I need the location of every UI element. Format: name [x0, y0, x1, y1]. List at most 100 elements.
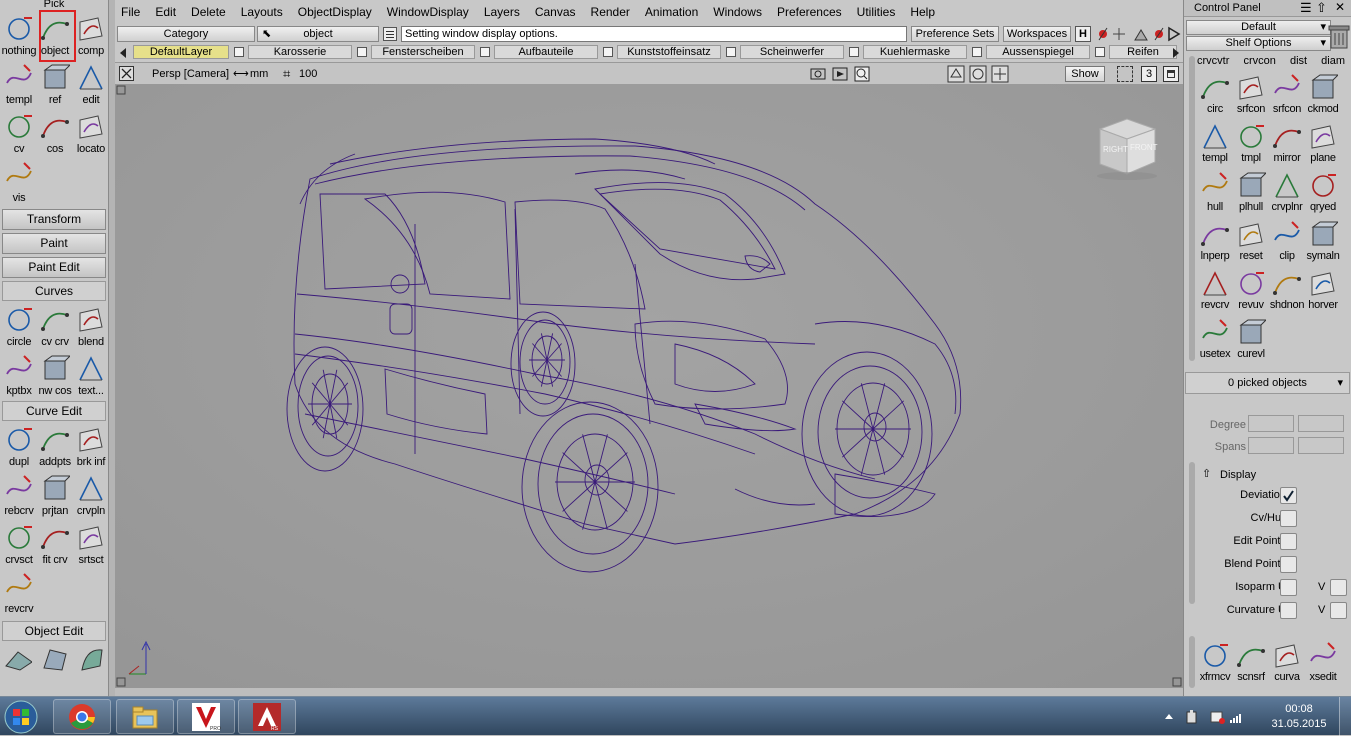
current-tool-field[interactable]: ⬉ object — [257, 26, 379, 42]
spans-v-field[interactable] — [1298, 437, 1344, 454]
circle-check-shelf-tool[interactable]: templ — [1197, 117, 1233, 166]
shelf-options-dropdown[interactable]: Shelf Options ▾ — [1186, 36, 1331, 51]
panel-collapse-icon[interactable]: ⇧ — [1316, 0, 1327, 16]
pick-template-tool[interactable]: templ — [1, 59, 37, 108]
clip-shelf-tool[interactable]: shdnon — [1269, 264, 1305, 313]
distance-shelf-tool[interactable]: srfcon — [1269, 68, 1305, 117]
template-2-shelf-tool[interactable]: plhull — [1233, 166, 1269, 215]
start-orb-icon[interactable] — [2, 698, 40, 736]
layer-scheinwerfer[interactable]: Scheinwerfer — [740, 45, 844, 59]
display-option-checkbox[interactable] — [1280, 556, 1297, 573]
layer-kuehlermaske[interactable]: Kuehlermaske — [863, 45, 967, 59]
pick-component-tool[interactable]: comp — [73, 10, 108, 59]
layer-reifen[interactable]: Reifen — [1109, 45, 1177, 59]
layer-aussenspiegel[interactable]: Aussenspiegel — [986, 45, 1090, 59]
display-option-checkbox[interactable] — [1280, 510, 1297, 527]
sort-section-tool[interactable]: srtsct — [73, 519, 108, 568]
menu-canvas[interactable]: Canvas — [535, 5, 576, 19]
layer-scroll-right-icon[interactable] — [1171, 47, 1181, 59]
clock[interactable]: 00:08 31.05.2015 — [1268, 702, 1330, 732]
diameter-shelf-tool[interactable]: ckmod — [1305, 68, 1341, 117]
hull-shelf-tool[interactable]: lnperp — [1197, 215, 1233, 264]
curve-edit-section-title[interactable]: Curve Edit — [2, 401, 106, 421]
window-toggle-icon[interactable] — [1117, 66, 1133, 82]
menu-utilities[interactable]: Utilities — [857, 5, 896, 19]
menu-help[interactable]: Help — [910, 5, 935, 19]
reset-shelf-tool[interactable]: revuv — [1233, 264, 1269, 313]
fit-curve-tool[interactable]: fit crv — [37, 519, 73, 568]
object-edit-tool-3-icon[interactable] — [76, 644, 104, 672]
menu-render[interactable]: Render — [591, 5, 630, 19]
cross-section-edit-tool[interactable]: xsedit — [1305, 636, 1341, 685]
expand-right-icon[interactable] — [1167, 26, 1181, 42]
layer-visibility-checkbox[interactable] — [480, 47, 490, 57]
menu-file[interactable]: File — [121, 5, 140, 19]
degree-field[interactable] — [1248, 415, 1294, 432]
layer-karosserie[interactable]: Karosserie — [248, 45, 352, 59]
layer-defaultlayer[interactable]: DefaultLayer — [133, 45, 229, 59]
text-tool-tool[interactable]: text... — [73, 350, 108, 399]
pick-cv-tool[interactable]: cv — [1, 108, 37, 157]
rebuild-curve-tool[interactable]: rebcrv — [1, 470, 37, 519]
object-edit-tool-2-icon[interactable] — [40, 644, 68, 672]
duplicate-curve-tool[interactable]: dupl — [1, 421, 37, 470]
break-inflection-tool[interactable]: brk inf — [73, 421, 108, 470]
planar-hull-shelf-tool[interactable]: reset — [1233, 215, 1269, 264]
layer-visibility-checkbox[interactable] — [726, 47, 736, 57]
display-option-checkbox[interactable] — [1280, 602, 1297, 619]
wireframe-canvas[interactable]: RIGHT FRONT — [115, 84, 1183, 688]
display-option-v-checkbox[interactable] — [1330, 602, 1347, 619]
pick-locator-tool[interactable]: locato — [73, 108, 108, 157]
camera-tools-icons[interactable] — [809, 65, 873, 83]
template-shelf-tool[interactable]: hull — [1197, 166, 1233, 215]
taskbar-explorer-button[interactable] — [116, 699, 174, 734]
layer-visibility-checkbox[interactable] — [849, 47, 859, 57]
symmetry-align-shelf-tool[interactable]: horver — [1305, 264, 1341, 313]
transform-cv-tool[interactable]: xfrmcv — [1197, 636, 1233, 685]
new-cos-tool[interactable]: nw cos — [37, 350, 73, 399]
object-edit-tool-1-icon[interactable] — [4, 644, 32, 672]
menu-layers[interactable]: Layers — [484, 5, 520, 19]
layer-visibility-checkbox[interactable] — [603, 47, 613, 57]
pick-reference-tool[interactable]: ref — [37, 59, 73, 108]
close-window-icon[interactable] — [119, 66, 134, 81]
check-model-shelf-tool[interactable]: plane — [1305, 117, 1341, 166]
taskbar-chrome-button[interactable] — [53, 699, 111, 734]
camera-name[interactable]: Persp [Camera] — [152, 68, 229, 80]
menu-preferences[interactable]: Preferences — [777, 5, 842, 19]
reverse-curve-tool[interactable]: revcrv — [1, 568, 37, 617]
layer-visibility-checkbox[interactable] — [357, 47, 367, 57]
menu-animation[interactable]: Animation — [645, 5, 698, 19]
layer-scroll-left-icon[interactable] — [118, 47, 128, 59]
display-option-checkbox[interactable] — [1280, 533, 1297, 550]
taskbar-alias-rs-button[interactable]: RS — [238, 699, 296, 734]
menu-windows[interactable]: Windows — [713, 5, 762, 19]
taskbar-alias-pro-button[interactable]: PRO — [177, 699, 235, 734]
layer-fensterscheiben[interactable]: Fensterscheiben — [371, 45, 475, 59]
history-icon[interactable]: H — [1075, 26, 1091, 42]
display-option-checkbox[interactable] — [1280, 487, 1297, 504]
add-points-tool[interactable]: addpts — [37, 421, 73, 470]
curvature-tool[interactable]: curva — [1269, 636, 1305, 685]
curve-continuity-shelf-tool[interactable]: srfcon — [1233, 68, 1269, 117]
picked-objects-dropdown[interactable]: 0 picked objects ▾ — [1185, 372, 1350, 394]
panel-menu-icon[interactable]: ☰ — [1300, 0, 1312, 16]
paint-edit-section-button[interactable]: Paint Edit — [2, 257, 106, 278]
line-perpendicular-shelf-tool[interactable]: revcrv — [1197, 264, 1233, 313]
curve-plane-tool[interactable]: crvpln — [73, 470, 108, 519]
mirror-shelf-tool[interactable]: crvplnr — [1269, 166, 1305, 215]
preference-sets-button[interactable]: Preference Sets — [911, 26, 999, 42]
paint-section-button[interactable]: Paint — [2, 233, 106, 254]
layer-aufbauteile[interactable]: Aufbauteile — [494, 45, 598, 59]
menu-edit[interactable]: Edit — [155, 5, 176, 19]
pick-object-tool[interactable]: object — [37, 10, 76, 62]
surface-continuity-2-shelf-tool[interactable]: mirror — [1269, 117, 1305, 166]
curve-section-tool[interactable]: crvsct — [1, 519, 37, 568]
project-tangent-tool[interactable]: prjtan — [37, 470, 73, 519]
layer-visibility-checkbox[interactable] — [1095, 47, 1105, 57]
view-mode-icons[interactable] — [947, 65, 1013, 83]
layer-visibility-checkbox[interactable] — [972, 47, 982, 57]
scan-surface-tool[interactable]: scnsrf — [1233, 636, 1269, 685]
shelf-default-dropdown[interactable]: Default ▾ — [1186, 20, 1331, 35]
pick-cos-tool[interactable]: cos — [37, 108, 73, 157]
